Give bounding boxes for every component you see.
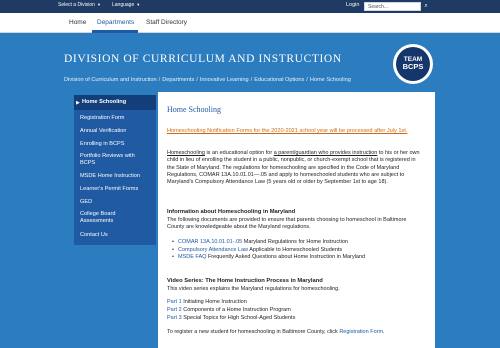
- list-item: Part 2 Components of a Home Instruction …: [167, 307, 291, 313]
- registration-form-link[interactable]: Registration Form: [339, 329, 383, 335]
- chevron-down-icon: ▼: [96, 2, 101, 7]
- team-bcps-logo[interactable]: TEAM BCPS: [393, 44, 433, 84]
- breadcrumb-item[interactable]: Departments: [162, 77, 194, 83]
- register-end: .: [383, 329, 385, 335]
- parent-guardian-term: a parent/guardian who provides instructi…: [273, 150, 378, 156]
- sidebar-item-learners-permit[interactable]: Learner's Permit Forms: [80, 186, 152, 193]
- nav-item-home[interactable]: Home: [69, 19, 86, 26]
- breadcrumb-item[interactable]: Innovative Learning: [200, 77, 249, 83]
- part-description: Initiating Home Instruction: [181, 299, 247, 305]
- logo-text-line2: BCPS: [402, 62, 424, 71]
- part-2-link[interactable]: Part 2: [167, 307, 182, 313]
- breadcrumb-item-current: Home Schooling: [309, 77, 351, 83]
- nav-active-indicator: [92, 30, 138, 33]
- list-item: Compulsory Attendance Law Applicable to …: [172, 246, 365, 255]
- sidebar-item-registration-form[interactable]: Registration Form: [80, 115, 152, 122]
- part-3-link[interactable]: Part 3: [167, 315, 182, 321]
- select-division-label: Select a Division: [58, 2, 95, 8]
- intro-text: is an educational option for: [204, 150, 274, 156]
- doc-description: Maryland Regulations for Home Instructio…: [242, 239, 348, 245]
- sidebar-item-home-schooling[interactable]: Home Schooling: [82, 99, 154, 106]
- login-link[interactable]: Login: [346, 2, 359, 8]
- nav-item-departments[interactable]: Departments: [97, 19, 134, 26]
- doc-description: Frequently Asked Questions about Home In…: [206, 254, 366, 261]
- sidebar-item-contact-us[interactable]: Contact Us: [80, 232, 152, 239]
- search-button[interactable]: ⌕: [421, 2, 431, 11]
- homeschooling-term: Homeschooling: [167, 150, 205, 156]
- part-1-link[interactable]: Part 1: [167, 299, 182, 305]
- sidebar-item-annual-verification[interactable]: Annual Verification: [80, 128, 152, 135]
- language-dropdown[interactable]: Language ▼: [112, 2, 140, 8]
- site-title: DIVISION OF CURRICULUM AND INSTRUCTION: [64, 53, 342, 65]
- comar-link[interactable]: COMAR 13A.10.01.01-.05: [178, 239, 242, 245]
- main-content: Home Schooling Homeschooling Notificatio…: [158, 92, 435, 348]
- intro-paragraph: Homeschooling is an educational option f…: [167, 150, 424, 186]
- info-paragraph: The following documents are provided to …: [167, 217, 407, 230]
- documents-list: COMAR 13A.10.01.01-.05 Maryland Regulati…: [172, 239, 366, 262]
- info-heading: Information about Homeschooling in Maryl…: [167, 209, 296, 215]
- sidebar-item-college-board[interactable]: College Board Assessments: [80, 211, 132, 225]
- video-heading: Video Series: The Home Instruction Proce…: [167, 278, 323, 284]
- chevron-right-icon: ▶: [76, 100, 80, 106]
- select-division-dropdown[interactable]: Select a Division ▼: [58, 2, 101, 8]
- search-input[interactable]: Search...: [364, 2, 421, 11]
- nav-item-staff-directory[interactable]: Staff Directory: [146, 19, 187, 26]
- list-item: Part 1 Initiating Home Instruction: [167, 299, 247, 305]
- part-description: Special Topics for High School-Aged Stud…: [181, 315, 296, 321]
- search-icon: ⌕: [424, 3, 428, 9]
- sidebar-item-ged[interactable]: GED: [80, 199, 152, 206]
- register-text: To register a new student for homeschool…: [167, 329, 340, 335]
- register-paragraph: To register a new student for homeschool…: [167, 329, 385, 335]
- language-label: Language: [112, 2, 135, 8]
- msde-faq-link[interactable]: MSDE FAQ: [178, 254, 206, 260]
- list-item: MSDE FAQ Frequently Asked Questions abou…: [172, 254, 366, 262]
- compulsory-attendance-link[interactable]: Compulsory Attendance Law: [178, 247, 248, 253]
- breadcrumb-item[interactable]: Division of Curriculum and Instruction: [64, 77, 157, 83]
- notice-link[interactable]: Homeschooling Notification Forms for the…: [167, 128, 424, 136]
- main-nav: Home Departments Staff Directory: [0, 13, 500, 33]
- top-utility-bar: Select a Division ▼ Language ▼ Login Searc…: [0, 0, 500, 13]
- list-item: COMAR 13A.10.01.01-.05 Maryland Regulati…: [172, 239, 365, 247]
- sidebar: ▶ Home Schooling Registration Form Annua…: [74, 95, 156, 245]
- sidebar-item-msde-home-instruction[interactable]: MSDE Home Instruction: [80, 173, 152, 180]
- sidebar-item-enrolling[interactable]: Enrolling in BCPS: [80, 141, 152, 148]
- list-item: Part 3 Special Topics for High School-Ag…: [167, 315, 295, 321]
- doc-description: Applicable to Homeschooled Students: [248, 246, 343, 253]
- chevron-down-icon: ▼: [136, 2, 141, 7]
- breadcrumb-item[interactable]: Educational Options: [254, 77, 304, 83]
- page-title: Home Schooling: [167, 105, 221, 114]
- part-description: Components of a Home Instruction Program: [181, 307, 291, 313]
- video-paragraph: This video series explains the Maryland …: [167, 286, 340, 292]
- sidebar-item-portfolio-reviews[interactable]: Portfolio Reviews with BCPS: [80, 153, 144, 167]
- breadcrumb: Division of Curriculum and Instruction / D…: [64, 77, 351, 83]
